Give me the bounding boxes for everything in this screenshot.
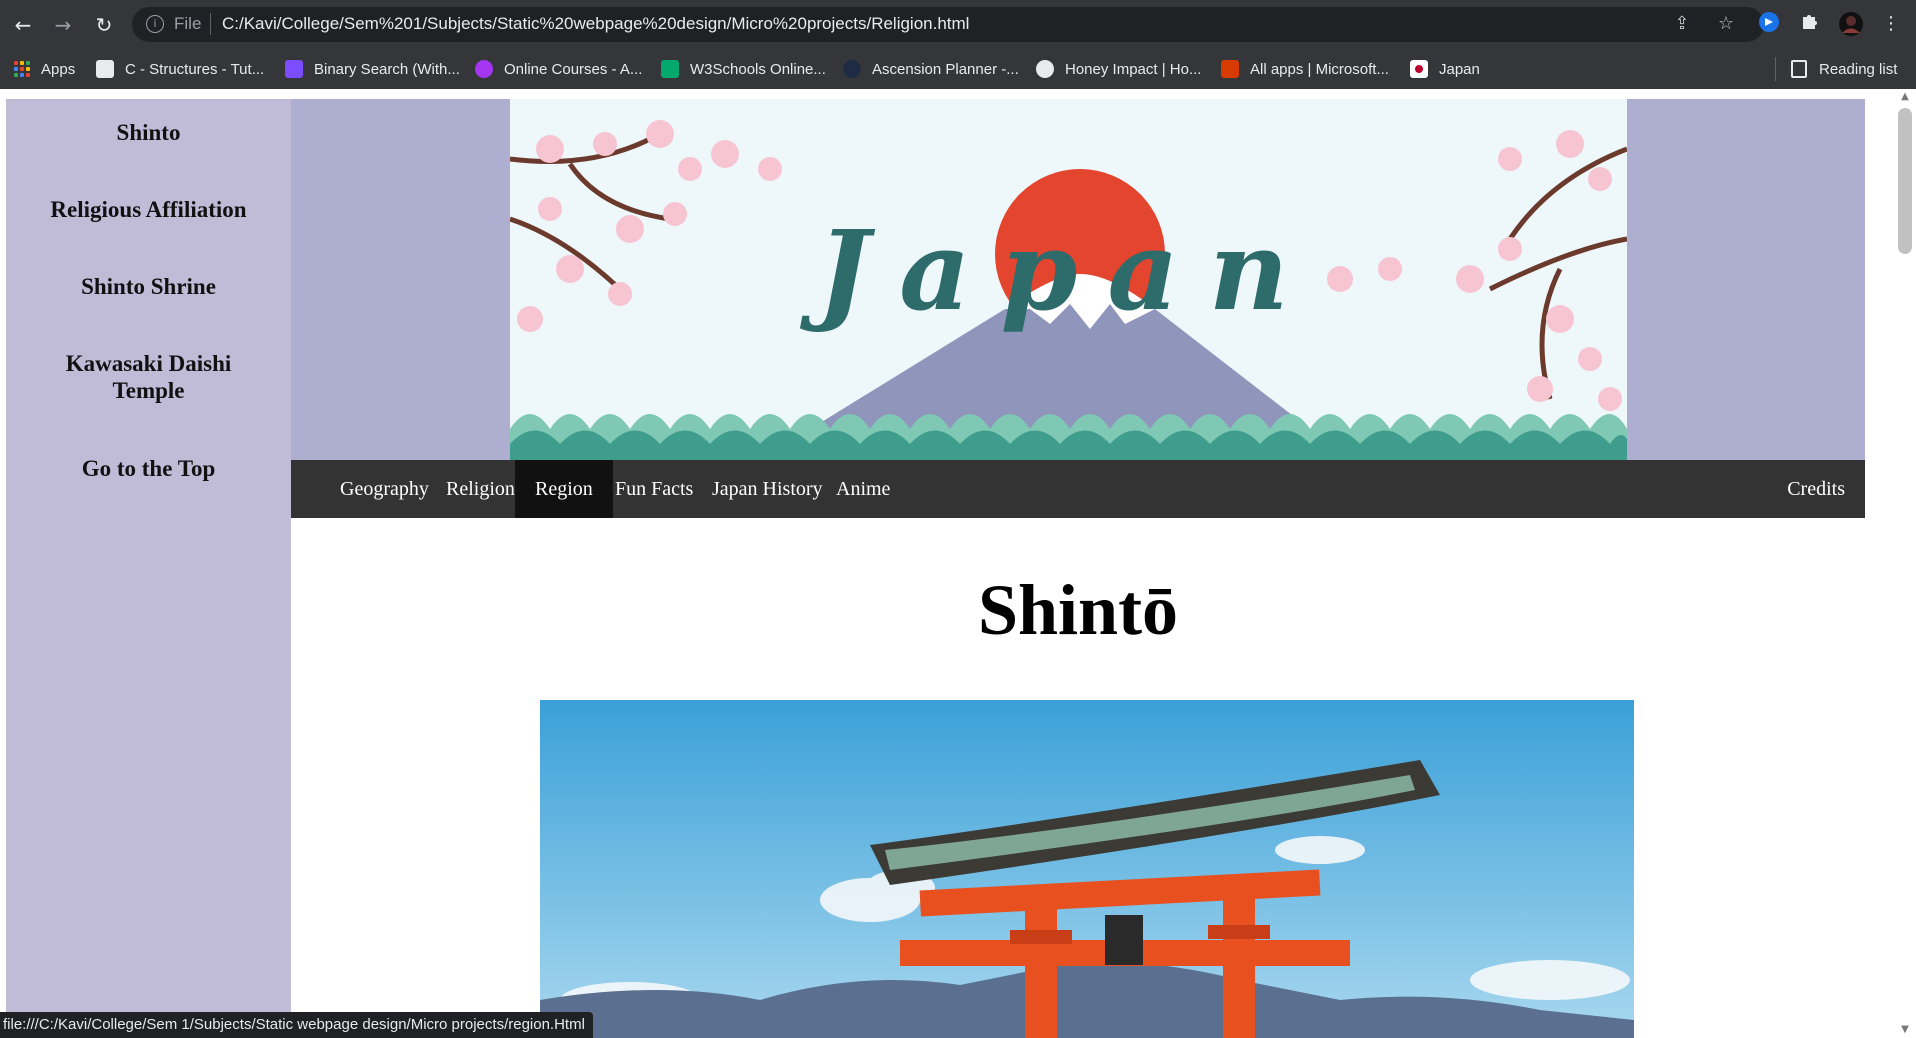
page-title: Shintō	[977, 570, 1179, 650]
sidebar-link-shinto-shrine[interactable]: Shinto Shrine	[6, 273, 291, 300]
scrollbar-thumb[interactable]	[1898, 108, 1912, 254]
tutorial-site-icon	[96, 60, 114, 78]
bookmark-label: W3Schools Online...	[690, 60, 826, 78]
nav-credits[interactable]: Credits	[1767, 460, 1865, 518]
bookmark-separator	[1775, 57, 1776, 81]
japan-banner-image: Japan	[510, 99, 1627, 460]
banner-title: Japan	[799, 206, 1318, 335]
address-bar[interactable]: i File C:/Kavi/College/Sem%201/Subjects/…	[132, 7, 1764, 42]
menu-kebab-icon[interactable]: ⋮	[1878, 11, 1904, 37]
programiz-icon	[285, 60, 303, 78]
genshin-center-icon	[843, 60, 861, 78]
torii-gate-photo	[540, 700, 1634, 1038]
share-icon[interactable]: ⇪	[1670, 12, 1694, 36]
reading-list-label: Reading list	[1819, 60, 1898, 78]
sidebar-link-kawasaki-daishi-temple[interactable]: Kawasaki Daishi Temple	[6, 350, 291, 404]
sidebar: Shinto Religious Affiliation Shinto Shri…	[6, 99, 291, 1038]
scroll-down-arrow-icon[interactable]: ▼	[1899, 1024, 1911, 1035]
bookmark-ascension-planner[interactable]: Ascension Planner -...	[843, 49, 1019, 89]
bookmarks-bar: Apps C - Structures - Tut... Binary Sear…	[0, 49, 1916, 89]
udemy-icon	[475, 60, 493, 78]
bookmark-label: Japan	[1439, 60, 1480, 78]
sidebar-link-shinto[interactable]: Shinto	[6, 119, 291, 146]
reading-list-button[interactable]: Reading list	[1791, 49, 1897, 89]
office-icon	[1221, 60, 1239, 78]
bookmark-w3schools[interactable]: W3Schools Online...	[661, 49, 826, 89]
bookmark-binary-search[interactable]: Binary Search (With...	[285, 49, 460, 89]
extensions-puzzle-icon[interactable]	[1797, 11, 1823, 37]
bookmark-label: All apps | Microsoft...	[1250, 60, 1389, 78]
browser-toolbar: ← → ↻ i File C:/Kavi/College/Sem%201/Sub…	[0, 0, 1916, 49]
apps-grid-icon	[14, 61, 30, 77]
bookmark-c-structures[interactable]: C - Structures - Tut...	[96, 49, 264, 89]
profile-avatar-icon[interactable]	[1838, 11, 1864, 37]
bookmark-label: Online Courses - A...	[504, 60, 643, 78]
bookmark-label: Apps	[41, 60, 76, 78]
omnibox-separator	[210, 13, 211, 35]
back-arrow-icon[interactable]: ←	[8, 10, 38, 40]
bookmark-label: Binary Search (With...	[314, 60, 460, 78]
extension-blue-icon[interactable]	[1756, 11, 1782, 37]
sidebar-link-religious-affiliation[interactable]: Religious Affiliation	[6, 196, 291, 223]
bookmark-japan[interactable]: Japan	[1410, 49, 1480, 89]
bookmark-honey-impact[interactable]: Honey Impact | Ho...	[1036, 49, 1201, 89]
bookmark-apps[interactable]: Apps	[14, 49, 75, 89]
sidebar-link-go-to-top[interactable]: Go to the Top	[6, 455, 291, 482]
bookmark-label: Ascension Planner -...	[872, 60, 1019, 78]
forward-arrow-icon[interactable]: →	[48, 10, 78, 40]
scroll-up-arrow-icon[interactable]: ▲	[1899, 91, 1911, 102]
site-info-icon[interactable]: i	[146, 15, 164, 33]
file-scheme-label: File	[174, 14, 202, 33]
bookmark-star-icon[interactable]: ☆	[1714, 12, 1738, 36]
bookmark-microsoft-apps[interactable]: All apps | Microsoft...	[1221, 49, 1389, 89]
main-navbar: Geography Religion Region Fun Facts Japa…	[291, 460, 1865, 518]
reading-list-icon	[1791, 60, 1807, 78]
reload-icon[interactable]: ↻	[89, 10, 119, 40]
w3schools-icon	[661, 60, 679, 78]
honey-impact-icon	[1036, 60, 1054, 78]
url-text[interactable]: C:/Kavi/College/Sem%201/Subjects/Static%…	[222, 14, 969, 34]
web-page: Shinto Religious Affiliation Shinto Shri…	[0, 89, 1916, 1038]
nav-anime[interactable]: Anime	[816, 460, 910, 518]
bookmark-label: Honey Impact | Ho...	[1065, 60, 1202, 78]
link-status-bar: file:///C:/Kavi/College/Sem 1/Subjects/S…	[0, 1012, 593, 1038]
bookmark-label: C - Structures - Tut...	[125, 60, 265, 78]
japan-flag-icon	[1410, 60, 1428, 78]
bookmark-online-courses[interactable]: Online Courses - A...	[475, 49, 642, 89]
